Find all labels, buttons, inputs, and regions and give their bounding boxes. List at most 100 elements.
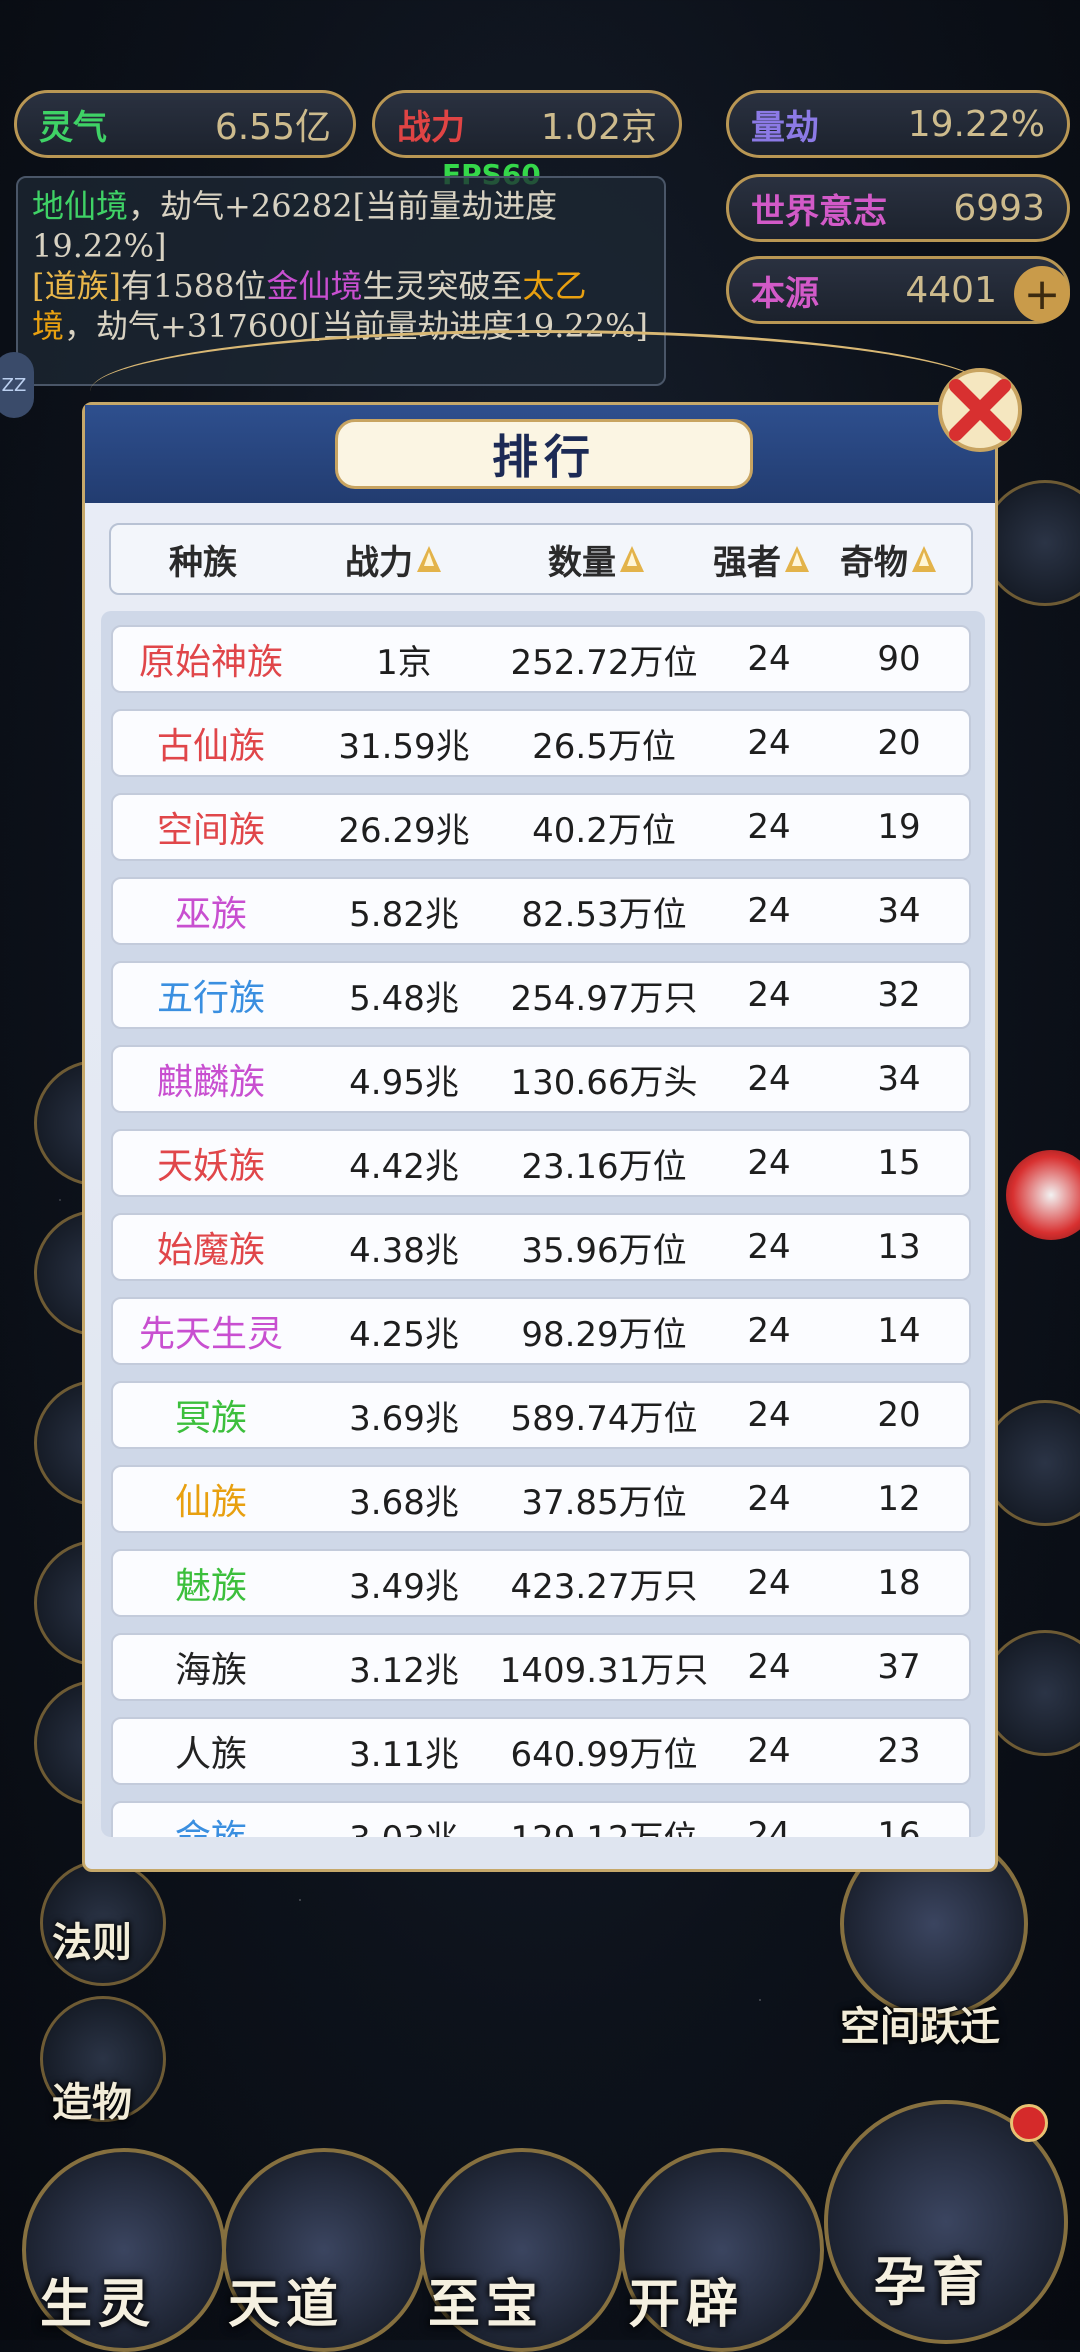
race-cell: 古仙族 — [156, 726, 265, 767]
race-cell: 人族 — [174, 1734, 247, 1775]
strong-cell: 24 — [747, 1815, 791, 1837]
strong-cell: 24 — [747, 1731, 791, 1771]
resource-lingqi[interactable]: 灵气 6.55亿 — [14, 90, 356, 158]
table-row[interactable]: 先天生灵 4.25兆 98.29万位 24 14 — [111, 1297, 971, 1365]
treasure-cell: 37 — [877, 1647, 921, 1687]
table-row[interactable]: 古仙族 31.59兆 26.5万位 24 20 — [111, 709, 971, 777]
resource-calamity[interactable]: 量劫 19.22% — [726, 90, 1070, 158]
power-cell: 3.12兆 — [349, 1650, 459, 1691]
resource-value: 6993 — [953, 187, 1045, 229]
log-race: [道族] — [32, 267, 121, 305]
count-cell: 589.74万位 — [510, 1398, 698, 1439]
strong-cell: 24 — [747, 975, 791, 1015]
treasure-cell: 15 — [877, 1143, 921, 1183]
count-cell: 129.12万位 — [499, 1811, 709, 1838]
resource-label: 灵气 — [39, 107, 107, 148]
count-cell: 254.97万只 — [510, 978, 698, 1019]
treasure-cell: 18 — [877, 1563, 921, 1603]
race-cell: 天妖族 — [156, 1146, 265, 1187]
power-cell: 5.82兆 — [349, 894, 459, 935]
log-realm: 地仙境 — [32, 187, 129, 225]
count-cell: 130.66万头 — [510, 1062, 698, 1103]
table-row[interactable]: 冥族 3.69兆 589.74万位 24 20 — [111, 1381, 971, 1449]
column-header-treasure-label: 奇物 — [840, 542, 908, 583]
power-cell: 31.59兆 — [338, 726, 470, 767]
log-text: 有1588位 — [120, 267, 267, 305]
sleep-toggle[interactable]: ZZ — [0, 352, 34, 418]
power-cell: 5.48兆 — [349, 978, 459, 1019]
bottom-label-creatures: 生灵 — [40, 2274, 157, 2335]
resource-world-will[interactable]: 世界意志 6993 — [726, 174, 1070, 242]
table-row[interactable]: 仙族 3.68兆 37.85万位 24 12 — [111, 1465, 971, 1533]
space-jump-label: 空间跃迁 — [840, 2003, 1000, 2050]
strong-cell: 24 — [747, 639, 791, 679]
sort-by-strong-button[interactable]: 强者 — [701, 535, 821, 584]
table-row[interactable]: 空间族 26.29兆 40.2万位 24 19 — [111, 793, 971, 861]
resource-value: 19.22% — [907, 103, 1045, 145]
resource-value: 6.55亿 — [214, 107, 331, 148]
power-cell: 26.29兆 — [338, 810, 470, 851]
race-cell: 原始神族 — [138, 642, 283, 683]
resource-label: 战力 — [397, 107, 465, 148]
sort-arrow-icon — [417, 546, 441, 572]
add-origin-button[interactable]: + — [1014, 266, 1070, 322]
treasure-cell: 13 — [877, 1227, 921, 1267]
table-row[interactable]: 巫族 5.82兆 82.53万位 24 34 — [111, 877, 971, 945]
log-text: 生灵突破至 — [362, 267, 523, 305]
resource-label: 世界意志 — [751, 191, 887, 232]
resource-value: 1.02京 — [540, 107, 657, 148]
table-row[interactable]: 五行族 5.48兆 254.97万只 24 32 — [111, 961, 971, 1029]
sort-arrow-icon — [912, 546, 936, 572]
table-row[interactable]: 魅族 3.49兆 423.27万只 24 18 — [111, 1549, 971, 1617]
count-cell: 98.29万位 — [521, 1314, 687, 1355]
table-row[interactable]: 麒麟族 4.95兆 130.66万头 24 34 — [111, 1045, 971, 1113]
strong-cell: 24 — [747, 1395, 791, 1435]
ranking-header-row: 种族 战力 数量 强者 奇物 — [109, 523, 973, 595]
column-header-race: 种族 — [111, 535, 295, 584]
treasure-cell: 16 — [877, 1815, 921, 1837]
count-cell: 40.2万位 — [532, 810, 676, 851]
treasure-cell: 20 — [877, 723, 921, 763]
strong-cell: 24 — [747, 1479, 791, 1519]
bottom-label-nurture: 孕育 — [874, 2252, 991, 2313]
table-row[interactable]: 始魔族 4.38兆 35.96万位 24 13 — [111, 1213, 971, 1281]
sort-by-count-button[interactable]: 数量 — [491, 535, 701, 584]
create-label: 造物 — [52, 2079, 132, 2126]
resource-power[interactable]: 战力 1.02京 — [372, 90, 682, 158]
strong-cell: 24 — [747, 1311, 791, 1351]
table-row[interactable]: 海族 3.12兆 1409.31万只 24 37 — [111, 1633, 971, 1701]
treasure-cell: 19 — [877, 807, 921, 847]
power-cell: 4.95兆 — [349, 1062, 459, 1103]
race-cell: 命族 — [113, 1809, 309, 1837]
power-cell: 3.03兆 — [309, 1811, 499, 1838]
power-cell: 3.69兆 — [349, 1398, 459, 1439]
column-header-power-label: 战力 — [345, 542, 413, 583]
ranking-modal: 排行 种族 战力 数量 强者 奇物 原始神族 1京 252.72万位 24 90 古仙族 3… — [82, 402, 998, 1872]
bottom-label-treasure: 至宝 — [428, 2274, 545, 2335]
count-cell: 82.53万位 — [521, 894, 687, 935]
column-header-race-label: 种族 — [169, 542, 237, 583]
sort-arrow-icon — [620, 546, 644, 572]
power-cell: 3.49兆 — [349, 1566, 459, 1607]
strong-cell: 24 — [747, 1059, 791, 1099]
table-row[interactable]: 原始神族 1京 252.72万位 24 90 — [111, 625, 971, 693]
sort-by-treasure-button[interactable]: 奇物 — [821, 535, 955, 584]
count-cell: 252.72万位 — [510, 642, 698, 683]
table-row[interactable]: 天妖族 4.42兆 23.16万位 24 15 — [111, 1129, 971, 1197]
log-realm: 金仙境 — [266, 267, 363, 305]
close-icon[interactable] — [936, 366, 1024, 454]
race-cell: 麒麟族 — [156, 1062, 265, 1103]
ranking-list[interactable]: 原始神族 1京 252.72万位 24 90 古仙族 31.59兆 26.5万位 24 20 空间族… — [101, 611, 985, 1837]
sort-by-power-button[interactable]: 战力 — [295, 535, 491, 584]
power-cell: 3.68兆 — [349, 1482, 459, 1523]
table-row[interactable]: 命族3.03兆129.12万位 24 16 — [111, 1801, 971, 1837]
race-cell: 始魔族 — [156, 1230, 265, 1271]
treasure-cell: 34 — [877, 891, 921, 931]
table-row[interactable]: 人族 3.11兆 640.99万位 24 23 — [111, 1717, 971, 1785]
strong-cell: 24 — [747, 723, 791, 763]
column-header-count-label: 数量 — [548, 542, 616, 583]
race-cell: 空间族 — [156, 810, 265, 851]
count-cell: 23.16万位 — [521, 1146, 687, 1187]
count-cell: 1409.31万只 — [499, 1650, 709, 1691]
race-cell: 巫族 — [174, 894, 247, 935]
